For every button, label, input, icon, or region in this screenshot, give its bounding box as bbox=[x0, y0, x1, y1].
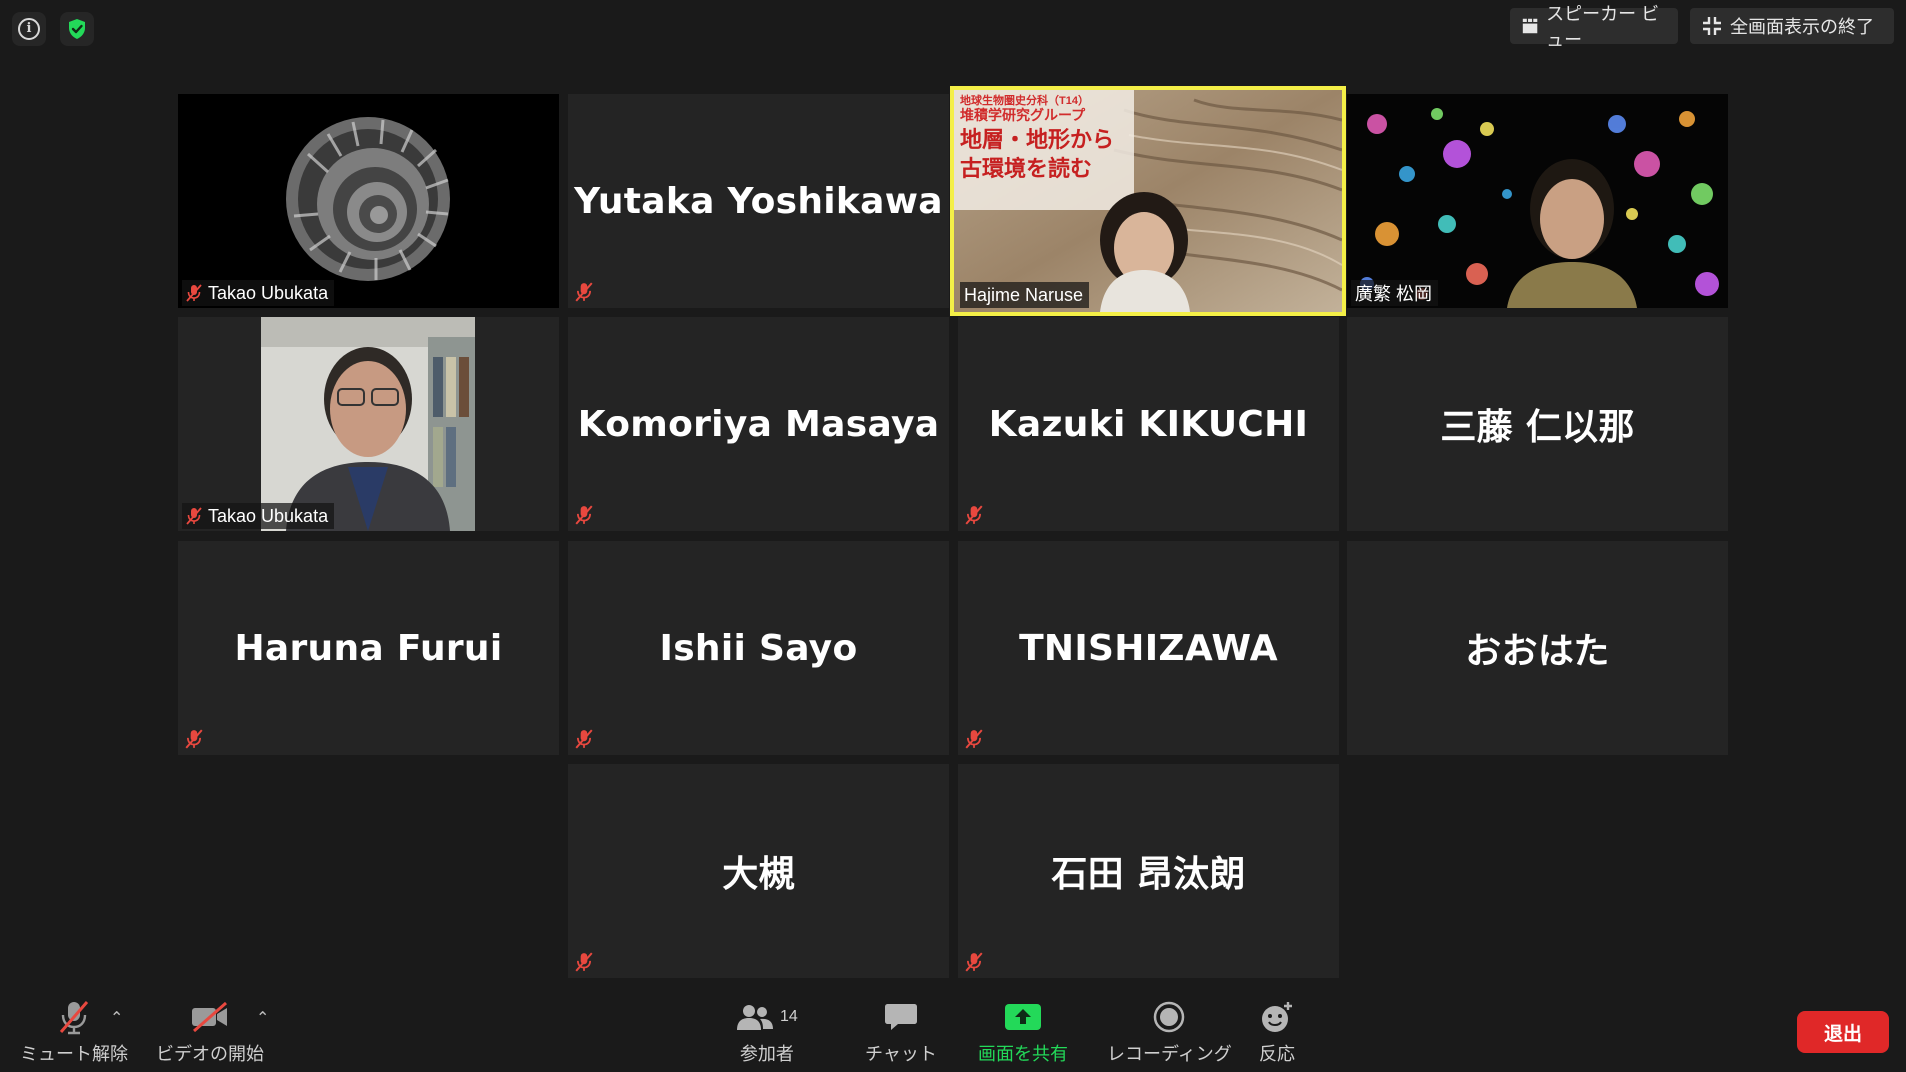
speaker-view-icon bbox=[1522, 18, 1538, 34]
shield-check-icon bbox=[69, 19, 85, 39]
leave-meeting-button[interactable]: 退出 bbox=[1797, 1011, 1889, 1053]
participant-display-name: 三藤 仁以那 bbox=[1440, 407, 1635, 448]
participant-display-name: 大槻 bbox=[722, 854, 795, 895]
virtual-background-caption: 地球生物圏史分科（T14） 堆積学研究グループ 地層・地形から 古環境を読む bbox=[960, 95, 1115, 182]
record-icon bbox=[1154, 1001, 1185, 1033]
exit-fullscreen-label: 全画面表示の終了 bbox=[1730, 17, 1874, 37]
share-screen-icon bbox=[1005, 1004, 1041, 1030]
muted-mic-icon bbox=[965, 952, 983, 972]
participant-display-name: Yutaka Yoshikawa bbox=[574, 180, 943, 222]
participant-tile[interactable]: Yutaka Yoshikawa bbox=[568, 94, 949, 308]
participant-tile-active-speaker[interactable]: 地球生物圏史分科（T14） 堆積学研究グループ 地層・地形から 古環境を読む H… bbox=[950, 86, 1346, 316]
leave-label: 退出 bbox=[1823, 1023, 1862, 1045]
meeting-top-bar: i スピーカー ビュー 全画面表示の終了 bbox=[0, 0, 1906, 60]
chat-button[interactable]: チャット bbox=[865, 998, 937, 1066]
participants-icon bbox=[737, 1005, 773, 1030]
background-caption-line1: 地球生物圏史分科（T14） bbox=[960, 95, 1089, 107]
muted-mic-icon bbox=[186, 507, 202, 525]
participant-name: Hajime Naruse bbox=[964, 284, 1084, 305]
muted-mic-icon bbox=[575, 729, 593, 749]
speaker-view-button[interactable]: スピーカー ビュー bbox=[1510, 4, 1678, 50]
reactions-button[interactable]: 反応 bbox=[1259, 998, 1295, 1066]
participant-tile[interactable]: 廣繁 松岡 bbox=[1347, 94, 1728, 308]
participant-display-name: Kazuki KIKUCHI bbox=[988, 403, 1309, 445]
participants-button[interactable]: 14 参加者 bbox=[736, 998, 798, 1066]
muted-mic-icon bbox=[575, 505, 593, 525]
participant-tile[interactable]: Ishii Sayo bbox=[568, 541, 949, 755]
participant-name: Takao Ubukata bbox=[208, 505, 329, 526]
muted-mic-icon bbox=[575, 282, 593, 302]
office-portrait-image bbox=[178, 317, 559, 531]
muted-mic-icon bbox=[575, 952, 593, 972]
background-caption-line3: 地層・地形から bbox=[960, 127, 1115, 153]
participant-name-tag: Takao Ubukata bbox=[182, 503, 335, 529]
participant-display-name: おおはた bbox=[1465, 631, 1610, 672]
participant-tile[interactable]: Takao Ubukata bbox=[178, 94, 559, 308]
participant-name-tag: 廣繁 松岡 bbox=[1351, 280, 1439, 306]
muted-mic-icon bbox=[185, 729, 203, 749]
share-screen-button[interactable]: 画面を共有 bbox=[978, 998, 1068, 1066]
participant-display-name: TNISHIZAWA bbox=[1019, 627, 1278, 669]
recording-button[interactable]: レコーディング bbox=[1107, 998, 1232, 1066]
participant-tile[interactable]: 三藤 仁以那 bbox=[1347, 317, 1728, 531]
participant-tile[interactable]: 石田 昂汰朗 bbox=[958, 764, 1339, 978]
unmute-label: ミュート解除 bbox=[20, 1044, 128, 1064]
participant-tile[interactable]: Komoriya Masaya bbox=[568, 317, 949, 531]
participant-tile[interactable]: Kazuki KIKUCHI bbox=[958, 317, 1339, 531]
participant-display-name: 石田 昂汰朗 bbox=[1051, 854, 1246, 895]
exit-fullscreen-icon bbox=[1703, 17, 1721, 35]
participant-name: Takao Ubukata bbox=[208, 282, 329, 303]
ammonite-fossil-image bbox=[178, 94, 559, 308]
mineral-thin-section-background-image bbox=[1347, 94, 1728, 308]
participant-name: 廣繁 松岡 bbox=[1355, 284, 1433, 304]
participant-display-name: Haruna Furui bbox=[234, 627, 503, 669]
participant-tile[interactable]: TNISHIZAWA bbox=[958, 541, 1339, 755]
muted-mic-icon bbox=[965, 729, 983, 749]
speaker-view-label: スピーカー ビュー bbox=[1546, 4, 1660, 50]
reaction-emoji-icon bbox=[1262, 1002, 1292, 1032]
participant-tile[interactable]: Haruna Furui bbox=[178, 541, 559, 755]
start-video-label: ビデオの開始 bbox=[156, 1044, 264, 1064]
participant-name-tag: Hajime Naruse bbox=[960, 282, 1090, 308]
reactions-label: 反応 bbox=[1259, 1044, 1295, 1064]
participant-tile[interactable]: おおはた bbox=[1347, 541, 1728, 755]
start-video-button[interactable]: ビデオの開始 bbox=[156, 998, 264, 1066]
chat-label: チャット bbox=[865, 1044, 937, 1064]
participant-display-name: Komoriya Masaya bbox=[577, 403, 940, 445]
participants-count: 14 bbox=[780, 1008, 798, 1025]
background-caption-line2: 堆積学研究グループ bbox=[960, 106, 1086, 123]
recording-label: レコーディング bbox=[1107, 1044, 1232, 1064]
meeting-toolbar: ミュート解除 ⌃ ビデオの開始 ⌃ 14 参加者 チャット 画面を共有 レコーデ… bbox=[0, 988, 1906, 1072]
participant-tile[interactable]: Takao Ubukata bbox=[178, 317, 559, 531]
video-off-icon bbox=[192, 1002, 227, 1032]
participant-tile[interactable]: 大槻 bbox=[568, 764, 949, 978]
background-caption-line4: 古環境を読む bbox=[960, 156, 1093, 182]
meeting-info-button[interactable]: i bbox=[12, 12, 46, 46]
audio-options-caret-icon[interactable]: ⌃ bbox=[110, 1008, 123, 1028]
muted-microphone-icon bbox=[59, 1001, 89, 1035]
security-status-button[interactable] bbox=[60, 12, 94, 46]
exit-fullscreen-button[interactable]: 全画面表示の終了 bbox=[1690, 8, 1894, 44]
participants-label: 参加者 bbox=[739, 1044, 794, 1064]
info-icon: i bbox=[18, 18, 40, 40]
chat-bubble-icon bbox=[884, 1004, 917, 1030]
muted-mic-icon bbox=[965, 505, 983, 525]
participant-name-tag: Takao Ubukata bbox=[182, 280, 335, 306]
muted-mic-icon bbox=[186, 284, 202, 302]
video-options-caret-icon[interactable]: ⌃ bbox=[256, 1008, 269, 1028]
participant-display-name: Ishii Sayo bbox=[659, 627, 858, 669]
share-screen-label: 画面を共有 bbox=[978, 1044, 1068, 1064]
